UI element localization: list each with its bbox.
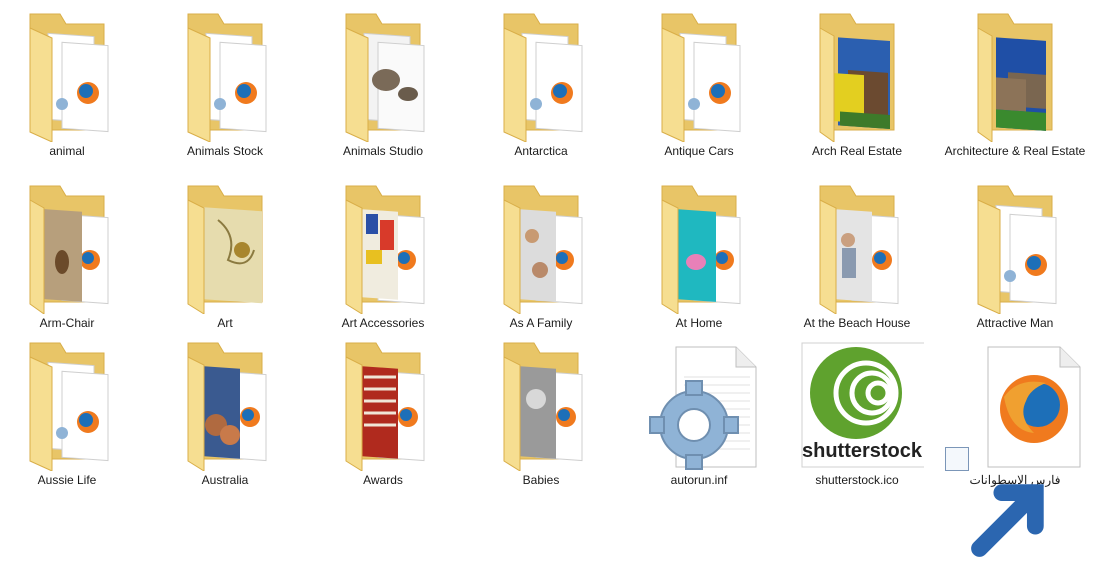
folder-icon xyxy=(948,8,1082,142)
folder-item[interactable]: Arch Real Estate xyxy=(782,8,932,176)
file-label: Architecture & Real Estate xyxy=(944,144,1086,158)
folder-icon xyxy=(158,8,292,142)
folder-icon xyxy=(474,337,608,471)
file-label: Art xyxy=(217,316,233,330)
file-label: Antique Cars xyxy=(664,144,734,158)
shortcut-arrow-icon xyxy=(945,447,1044,557)
folder-icon xyxy=(474,180,608,314)
file-label: As A Family xyxy=(509,316,573,330)
file-label: autorun.inf xyxy=(670,473,728,487)
folder-icon xyxy=(0,8,134,142)
file-item-shutterstock[interactable]: shutterstock shutterstock.ico xyxy=(782,337,932,505)
shutterstock-logo-text: shutterstock xyxy=(802,440,923,462)
folder-icon xyxy=(0,337,134,471)
shutterstock-logo-icon: shutterstock xyxy=(790,337,924,471)
folder-item[interactable]: Animals Studio xyxy=(308,8,458,176)
folder-item[interactable]: animal xyxy=(0,8,142,176)
gear-document-icon xyxy=(632,337,766,471)
folder-icon xyxy=(158,337,292,471)
folder-icon xyxy=(316,8,450,142)
folder-icon xyxy=(790,180,924,314)
file-label: Animals Stock xyxy=(186,144,264,158)
folder-item[interactable]: Art Accessories xyxy=(308,180,458,348)
file-label: Babies xyxy=(522,473,560,487)
folder-icon xyxy=(948,180,1082,314)
folder-item[interactable]: At the Beach House xyxy=(782,180,932,348)
file-label: Arch Real Estate xyxy=(811,144,903,158)
file-label: Art Accessories xyxy=(341,316,425,330)
folder-icon xyxy=(474,8,608,142)
folder-icon xyxy=(316,337,450,471)
folder-item[interactable]: Architecture & Real Estate xyxy=(940,8,1090,176)
file-label: shutterstock.ico xyxy=(815,473,899,487)
file-label: animal xyxy=(49,144,85,158)
folder-icon xyxy=(632,180,766,314)
folder-item[interactable]: Aussie Life xyxy=(0,337,142,505)
folder-icon xyxy=(790,8,924,142)
file-grid: animal Animals Stock Animals Studio Anta… xyxy=(0,0,1105,557)
file-label: Australia xyxy=(201,473,249,487)
file-label: At Home xyxy=(675,316,723,330)
folder-item[interactable]: Animals Stock xyxy=(150,8,300,176)
folder-item[interactable]: At Home xyxy=(624,180,774,348)
folder-item[interactable]: Art xyxy=(150,180,300,348)
folder-icon xyxy=(158,180,292,314)
file-label: At the Beach House xyxy=(803,316,911,330)
folder-item[interactable]: As A Family xyxy=(466,180,616,348)
folder-icon xyxy=(632,8,766,142)
folder-item[interactable]: Awards xyxy=(308,337,458,505)
file-item-autorun[interactable]: autorun.inf xyxy=(624,337,774,505)
file-label: Antarctica xyxy=(514,144,568,158)
folder-item[interactable]: Australia xyxy=(150,337,300,505)
folder-icon xyxy=(316,180,450,314)
firefox-document-icon xyxy=(945,337,1082,557)
file-label: Attractive Man xyxy=(976,316,1054,330)
folder-item[interactable]: Arm-Chair xyxy=(0,180,142,348)
file-label: Aussie Life xyxy=(37,473,97,487)
folder-item[interactable]: Attractive Man xyxy=(940,180,1090,348)
file-label: Awards xyxy=(363,473,403,487)
file-label: Animals Studio xyxy=(342,144,424,158)
file-item-shortcut[interactable]: فارس الاسطوانات xyxy=(940,337,1090,557)
folder-icon xyxy=(0,180,134,314)
folder-item[interactable]: Antarctica xyxy=(466,8,616,176)
folder-item[interactable]: Antique Cars xyxy=(624,8,774,176)
file-label: Arm-Chair xyxy=(39,316,95,330)
folder-item[interactable]: Babies xyxy=(466,337,616,505)
